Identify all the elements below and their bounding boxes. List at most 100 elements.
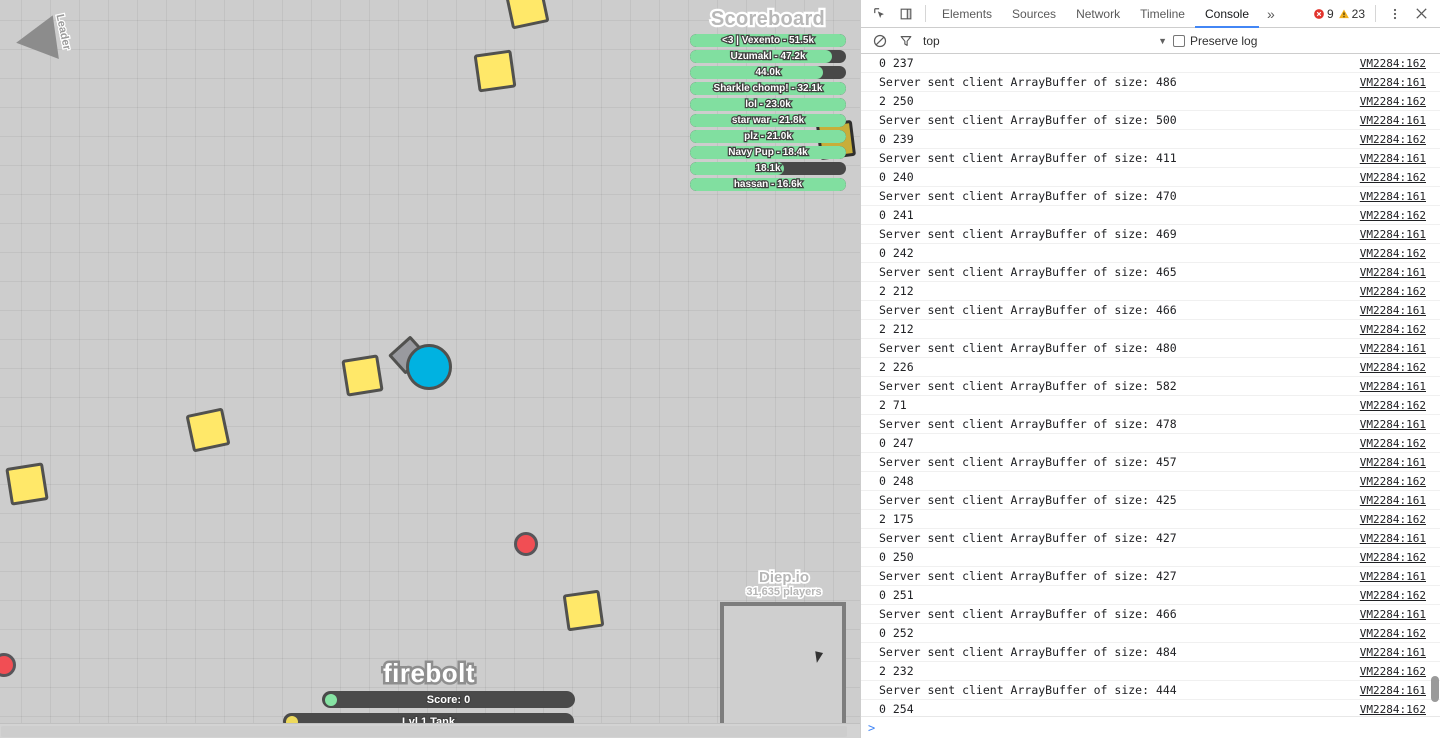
console-log-source-link[interactable]: VM2284:161 [1360, 266, 1436, 279]
console-log-row[interactable]: Server sent client ArrayBuffer of size: … [861, 529, 1440, 548]
console-log-source-link[interactable]: VM2284:162 [1360, 589, 1436, 602]
console-log-source-link[interactable]: VM2284:161 [1360, 456, 1436, 469]
console-log-row[interactable]: 0 237 VM2284:162 [861, 54, 1440, 73]
console-log-source-link[interactable]: VM2284:162 [1360, 437, 1436, 450]
console-log-source-link[interactable]: VM2284:162 [1360, 665, 1436, 678]
console-log-source-link[interactable]: VM2284:162 [1360, 323, 1436, 336]
console-log-row[interactable]: 0 254 VM2284:162 [861, 700, 1440, 716]
console-log-source-link[interactable]: VM2284:162 [1360, 399, 1436, 412]
console-log-row[interactable]: Server sent client ArrayBuffer of size: … [861, 415, 1440, 434]
preserve-log-checkbox[interactable] [1173, 34, 1185, 47]
console-log-row[interactable]: Server sent client ArrayBuffer of size: … [861, 453, 1440, 472]
console-log-source-link[interactable]: VM2284:162 [1360, 171, 1436, 184]
console-log-source-link[interactable]: VM2284:162 [1360, 57, 1436, 70]
console-log-source-link[interactable]: VM2284:162 [1360, 703, 1436, 716]
console-log-row[interactable]: 0 251 VM2284:162 [861, 586, 1440, 605]
console-log-row[interactable]: 0 248 VM2284:162 [861, 472, 1440, 491]
console-log-row[interactable]: 0 240 VM2284:162 [861, 168, 1440, 187]
console-log-source-link[interactable]: VM2284:161 [1360, 684, 1436, 697]
inspect-element-icon[interactable] [867, 1, 893, 27]
console-log-source-link[interactable]: VM2284:161 [1360, 76, 1436, 89]
page-horizontal-scrollbar[interactable] [0, 723, 860, 738]
console-log-source-link[interactable]: VM2284:161 [1360, 228, 1436, 241]
console-log-row[interactable]: Server sent client ArrayBuffer of size: … [861, 187, 1440, 206]
console-input-row[interactable]: > [861, 716, 1440, 738]
preserve-log-toggle[interactable]: Preserve log [1173, 34, 1257, 48]
console-log-row[interactable]: 2 226 VM2284:162 [861, 358, 1440, 377]
console-log-list[interactable]: 0 237 VM2284:162 Server sent client ArrayB… [861, 54, 1440, 716]
console-log-row[interactable]: 2 250 VM2284:162 [861, 92, 1440, 111]
close-icon[interactable] [1408, 1, 1434, 27]
execution-context-select[interactable]: top ▼ [923, 34, 1173, 48]
console-log-source-link[interactable]: VM2284:162 [1360, 285, 1436, 298]
kebab-menu-icon[interactable] [1382, 1, 1408, 27]
console-log-source-link[interactable]: VM2284:161 [1360, 418, 1436, 431]
console-log-source-link[interactable]: VM2284:162 [1360, 551, 1436, 564]
error-count-badge[interactable]: 9 [1313, 7, 1334, 21]
console-log-source-link[interactable]: VM2284:161 [1360, 494, 1436, 507]
console-log-source-link[interactable]: VM2284:162 [1360, 209, 1436, 222]
console-log-row[interactable]: 0 247 VM2284:162 [861, 434, 1440, 453]
scoreboard-row-label: plz - 21.0k [743, 130, 793, 143]
console-log-row[interactable]: 0 239 VM2284:162 [861, 130, 1440, 149]
console-log-row[interactable]: Server sent client ArrayBuffer of size: … [861, 377, 1440, 396]
console-log-source-link[interactable]: VM2284:161 [1360, 304, 1436, 317]
console-log-row[interactable]: Server sent client ArrayBuffer of size: … [861, 149, 1440, 168]
console-log-source-link[interactable]: VM2284:162 [1360, 475, 1436, 488]
tab-console[interactable]: Console [1195, 0, 1259, 28]
console-log-source-link[interactable]: VM2284:162 [1360, 247, 1436, 260]
console-log-row[interactable]: 2 212 VM2284:162 [861, 282, 1440, 301]
console-log-source-link[interactable]: VM2284:161 [1360, 152, 1436, 165]
console-log-message: Server sent client ArrayBuffer of size: … [879, 113, 1177, 127]
console-log-row[interactable]: 2 71 VM2284:162 [861, 396, 1440, 415]
filter-icon[interactable] [893, 28, 919, 54]
console-log-source-link[interactable]: VM2284:161 [1360, 342, 1436, 355]
minimap[interactable] [720, 602, 846, 727]
warning-count-badge[interactable]: 23 [1338, 7, 1365, 21]
tab-elements[interactable]: Elements [932, 0, 1002, 28]
device-toolbar-icon[interactable] [893, 1, 919, 27]
console-log-row[interactable]: Server sent client ArrayBuffer of size: … [861, 301, 1440, 320]
console-log-row[interactable]: Server sent client ArrayBuffer of size: … [861, 491, 1440, 510]
console-log-row[interactable]: Server sent client ArrayBuffer of size: … [861, 339, 1440, 358]
console-log-row[interactable]: Server sent client ArrayBuffer of size: … [861, 73, 1440, 92]
console-log-row[interactable]: Server sent client ArrayBuffer of size: … [861, 643, 1440, 662]
console-log-source-link[interactable]: VM2284:162 [1360, 627, 1436, 640]
console-log-source-link[interactable]: VM2284:161 [1360, 646, 1436, 659]
warning-count: 23 [1351, 6, 1365, 21]
console-log-row[interactable]: 2 175 VM2284:162 [861, 510, 1440, 529]
console-log-row[interactable]: Server sent client ArrayBuffer of size: … [861, 225, 1440, 244]
console-log-row[interactable]: 2 232 VM2284:162 [861, 662, 1440, 681]
console-log-row[interactable]: Server sent client ArrayBuffer of size: … [861, 605, 1440, 624]
console-log-source-link[interactable]: VM2284:161 [1360, 190, 1436, 203]
tab-timeline[interactable]: Timeline [1130, 0, 1195, 28]
console-log-row[interactable]: Server sent client ArrayBuffer of size: … [861, 681, 1440, 700]
console-log-source-link[interactable]: VM2284:162 [1360, 133, 1436, 146]
console-log-row[interactable]: Server sent client ArrayBuffer of size: … [861, 111, 1440, 130]
more-tabs-button[interactable]: » [1259, 6, 1283, 22]
console-log-row[interactable]: 0 242 VM2284:162 [861, 244, 1440, 263]
warning-icon [1338, 8, 1350, 20]
console-vertical-scrollbar[interactable] [1431, 54, 1439, 716]
console-log-source-link[interactable]: VM2284:161 [1360, 608, 1436, 621]
console-log-row[interactable]: 0 252 VM2284:162 [861, 624, 1440, 643]
console-log-row[interactable]: 0 250 VM2284:162 [861, 548, 1440, 567]
console-scrollbar-thumb[interactable] [1431, 676, 1439, 702]
console-log-source-link[interactable]: VM2284:161 [1360, 532, 1436, 545]
tab-sources[interactable]: Sources [1002, 0, 1066, 28]
console-log-row[interactable]: Server sent client ArrayBuffer of size: … [861, 567, 1440, 586]
console-log-message: Server sent client ArrayBuffer of size: … [879, 607, 1177, 621]
console-log-source-link[interactable]: VM2284:161 [1360, 380, 1436, 393]
console-log-row[interactable]: 0 241 VM2284:162 [861, 206, 1440, 225]
console-log-source-link[interactable]: VM2284:162 [1360, 361, 1436, 374]
console-log-row[interactable]: 2 212 VM2284:162 [861, 320, 1440, 339]
console-log-source-link[interactable]: VM2284:162 [1360, 95, 1436, 108]
console-log-source-link[interactable]: VM2284:162 [1360, 513, 1436, 526]
page-horizontal-scrollbar-thumb[interactable] [1, 726, 847, 737]
console-log-source-link[interactable]: VM2284:161 [1360, 570, 1436, 583]
console-log-source-link[interactable]: VM2284:161 [1360, 114, 1436, 127]
clear-console-icon[interactable] [867, 28, 893, 54]
console-log-row[interactable]: Server sent client ArrayBuffer of size: … [861, 263, 1440, 282]
game-viewport[interactable]: Leader Scoreboard <3 | Vexento - 51.5k Uz… [0, 0, 860, 738]
tab-network[interactable]: Network [1066, 0, 1130, 28]
